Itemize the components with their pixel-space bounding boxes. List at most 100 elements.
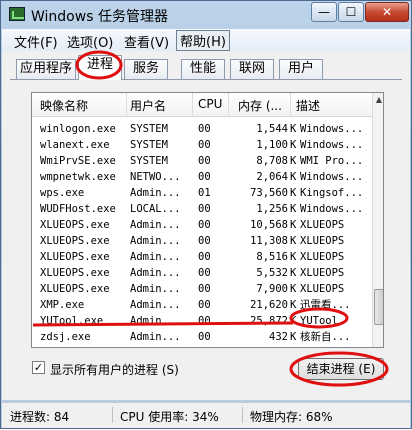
menu-options[interactable]: 选项(O) <box>67 32 113 51</box>
cell-description: YUTool <box>300 315 338 327</box>
tab-applications[interactable]: 应用程序 <box>16 59 76 79</box>
column-cpu[interactable]: CPU <box>198 97 222 111</box>
cell-cpu: 00 <box>198 315 211 327</box>
cell-image-name: XLUEOPS.exe <box>40 219 110 231</box>
cell-description: 迅雷看... <box>300 299 351 311</box>
cell-description: Windows... <box>300 203 364 215</box>
cell-description: XLUEOPS <box>300 235 345 247</box>
cell-image-name: XLUEOPS.exe <box>40 235 110 247</box>
cell-memory: 10,568 <box>250 219 288 231</box>
table-row[interactable]: XLUEOPS.exe Admin... 00 5,532 K XLUEOPS <box>32 265 372 281</box>
table-row[interactable]: wmpnetwk.exe NETWO... 00 2,064 K Windows... <box>32 169 372 185</box>
vertical-scrollbar[interactable]: ▲ <box>372 93 383 347</box>
table-row[interactable]: WUDFHost.exe LOCAL... 00 1,256 K Windows... <box>32 201 372 217</box>
show-all-users-checkbox[interactable]: ✓ <box>32 361 45 374</box>
cell-description: Windows... <box>300 123 364 135</box>
table-row[interactable]: XLUEOPS.exe Admin... 00 7,900 K XLUEOPS <box>32 281 372 297</box>
cell-memory-unit: K <box>290 139 297 151</box>
cell-description: Windows... <box>300 139 364 151</box>
cell-memory-unit: K <box>290 187 297 199</box>
scroll-up-arrow-icon[interactable]: ▲ <box>374 94 383 106</box>
tab-networking[interactable]: 联网 <box>230 59 274 79</box>
column-divider[interactable] <box>192 93 193 117</box>
table-row[interactable]: XMP.exe Admin... 00 21,620 K 迅雷看... <box>32 297 372 313</box>
menu-file[interactable]: 文件(F) <box>14 32 58 51</box>
cell-memory: 1,544 <box>256 123 288 135</box>
tab-performance[interactable]: 性能 <box>181 59 225 79</box>
title-bar[interactable]: Windows 任务管理器 — ☐ ✕ <box>1 1 411 29</box>
show-all-users-label[interactable]: 显示所有用户的进程 (S) <box>50 361 179 378</box>
cell-memory-unit: K <box>290 235 297 247</box>
task-manager-window: Windows 任务管理器 — ☐ ✕ 文件(F) 选项(O) 查看(V) 帮助… <box>0 0 412 429</box>
cell-cpu: 00 <box>198 299 211 311</box>
table-row[interactable]: wps.exe Admin... 01 73,560 K Kingsof... <box>32 185 372 201</box>
column-user-name[interactable]: 用户名 <box>130 97 166 114</box>
table-row[interactable]: winlogon.exe SYSTEM 00 1,544 K Windows... <box>32 121 372 137</box>
cell-memory-unit: K <box>290 345 296 347</box>
cell-image-name: YUTool.exe <box>40 315 104 327</box>
minimize-button[interactable]: — <box>311 2 337 22</box>
cell-memory: 5,532 <box>256 267 288 279</box>
cell-description: 核新自... <box>300 331 351 343</box>
cell-image-name: WUDFHost.exe <box>40 203 116 215</box>
cell-cpu: 00 <box>198 267 211 279</box>
cell-memory-unit: K <box>290 283 297 295</box>
column-description[interactable]: 描述 <box>296 97 320 114</box>
process-list-header: 映像名称 用户名 CPU 内存 (... 描述 <box>32 93 372 117</box>
status-cpu-usage: CPU 使用率: 34% <box>120 410 219 424</box>
cell-cpu: 00 <box>198 155 211 167</box>
cell-memory-unit: K <box>290 299 297 311</box>
column-image-name[interactable]: 映像名称 <box>40 97 88 114</box>
column-memory[interactable]: 内存 (... <box>238 97 282 114</box>
table-row[interactable]: wlanext.exe SYSTEM 00 1,100 K Windows... <box>32 137 372 153</box>
cell-memory-unit: K <box>290 171 297 183</box>
cell-memory: 11,308 <box>250 235 288 247</box>
cell-memory: 25,872 <box>250 315 288 327</box>
cell-user-name: Admin... <box>130 219 181 231</box>
table-row[interactable]: WmiPrvSE.exe SYSTEM 00 8,708 K WMI Pro... <box>32 153 372 169</box>
close-button[interactable]: ✕ <box>365 2 409 22</box>
table-row[interactable]: XLUEOPS.exe Admin... 00 10,568 K XLUEOPS <box>32 217 372 233</box>
cell-user-name: NETWO... <box>130 171 181 183</box>
scrollbar-thumb[interactable] <box>374 289 383 325</box>
cell-memory: 73,560 <box>250 187 288 199</box>
tab-processes[interactable]: 进程 <box>78 55 122 80</box>
end-process-button[interactable]: 结束进程 (E) <box>298 358 384 380</box>
cell-memory: 7,900 <box>256 283 288 295</box>
table-row[interactable]: YUTool.exe Admin... 00 25,872 K YUTool <box>32 313 372 329</box>
table-row[interactable]: ZhuDongF... SYSTEM 00 7,364K 360主动... <box>32 345 372 347</box>
cell-cpu: 00 <box>198 123 211 135</box>
table-row[interactable]: XLUEOPS.exe Admin... 00 8,516 K XLUEOPS <box>32 249 372 265</box>
cell-image-name: winlogon.exe <box>40 123 116 135</box>
cell-cpu: 00 <box>198 235 211 247</box>
cell-description: 360主动... <box>300 345 359 347</box>
menu-view[interactable]: 查看(V) <box>124 32 169 51</box>
cell-image-name: XLUEOPS.exe <box>40 267 110 279</box>
cell-cpu: 00 <box>198 171 211 183</box>
cell-image-name: XLUEOPS.exe <box>40 283 110 295</box>
cell-image-name: ZhuDongF... <box>40 345 110 347</box>
column-divider[interactable] <box>126 93 127 117</box>
tab-services[interactable]: 服务 <box>124 59 168 79</box>
tab-users[interactable]: 用户 <box>279 59 323 79</box>
table-row[interactable]: zdsj.exe Admin... 00 432 K 核新自... <box>32 329 372 345</box>
cell-user-name: SYSTEM <box>130 139 168 151</box>
cell-memory-unit: K <box>290 219 297 231</box>
column-divider[interactable] <box>290 93 291 117</box>
cell-memory: 7,364 <box>232 345 288 347</box>
process-list[interactable]: 映像名称 用户名 CPU 内存 (... 描述 winlogon.exe SYST… <box>31 92 384 348</box>
cell-cpu: 00 <box>198 219 211 231</box>
cell-cpu: 00 <box>198 345 211 347</box>
cell-description: XLUEOPS <box>300 251 345 263</box>
cell-memory-unit: K <box>290 315 297 327</box>
cell-memory: 8,516 <box>256 251 288 263</box>
menu-help[interactable]: 帮助(H) <box>176 30 230 51</box>
table-row[interactable]: XLUEOPS.exe Admin... 00 11,308 K XLUEOPS <box>32 233 372 249</box>
cell-description: XLUEOPS <box>300 267 345 279</box>
cell-cpu: 01 <box>198 187 211 199</box>
cell-memory: 1,100 <box>256 139 288 151</box>
column-divider[interactable] <box>228 93 229 117</box>
maximize-button[interactable]: ☐ <box>338 2 364 22</box>
cell-user-name: SYSTEM <box>130 123 168 135</box>
cell-cpu: 00 <box>198 203 211 215</box>
